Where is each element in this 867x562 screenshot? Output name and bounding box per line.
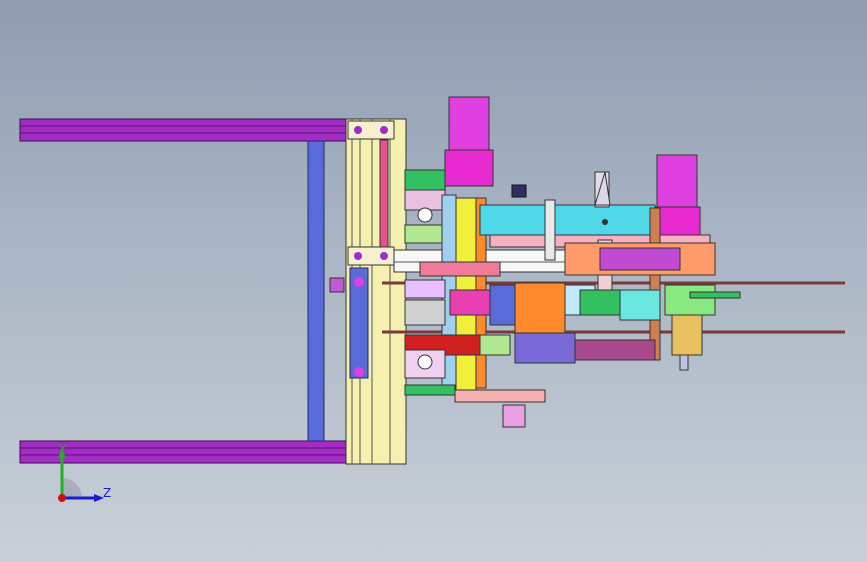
- top-frame-rail[interactable]: [19, 118, 351, 142]
- z-axis-label: Z: [103, 486, 112, 500]
- y-axis-label: Y: [59, 442, 67, 456]
- cad-viewport[interactable]: Y Z: [0, 0, 867, 562]
- assembly-model[interactable]: [0, 0, 867, 562]
- motor-left[interactable]: [444, 96, 494, 187]
- vertical-upright[interactable]: [307, 140, 325, 442]
- mounting-plate[interactable]: [329, 118, 407, 465]
